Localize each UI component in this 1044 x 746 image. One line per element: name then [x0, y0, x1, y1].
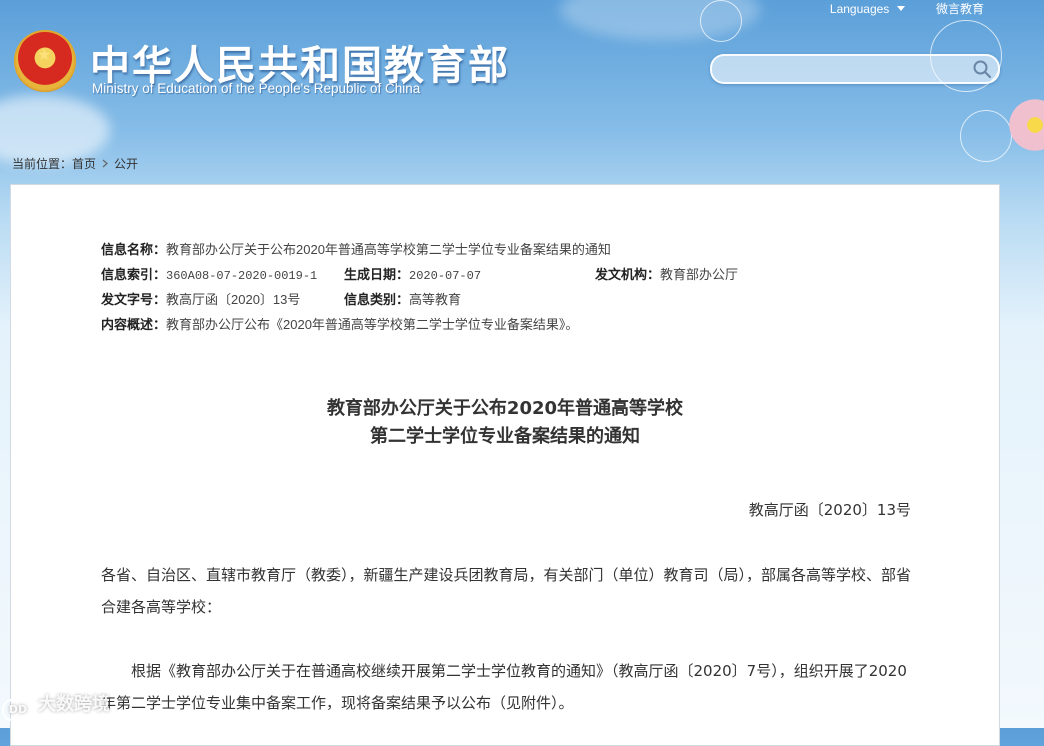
meta-name-label: 信息名称：: [101, 242, 167, 257]
meta-summary-value: 教育部办公厅公布《2020年普通高等学校第二学士学位专业备案结果》。: [166, 317, 579, 332]
languages-menu[interactable]: Languages: [830, 2, 908, 16]
meta-name-value: 教育部办公厅关于公布2020年普通高等学校第二学士学位专业备案结果的通知: [166, 242, 611, 257]
national-emblem-icon: ★: [14, 30, 76, 92]
meta-category-label: 信息类别：: [344, 292, 410, 307]
search-box: [710, 54, 1000, 84]
watermark: DD 大数跨境: [2, 690, 110, 721]
document-number: 教高厅函〔2020〕13号: [748, 501, 911, 519]
meta-category-value: 高等教育: [409, 292, 462, 307]
meta-summary-label: 内容概述：: [101, 317, 167, 332]
top-links: Languages 微言教育: [802, 0, 984, 17]
meta-date-label: 生成日期：: [344, 267, 410, 282]
info-meta-table: 信息名称：教育部办公厅关于公布2020年普通高等学校第二学士学位专业备案结果的通…: [101, 237, 801, 337]
search-input[interactable]: [724, 59, 968, 81]
site-subtitle: Ministry of Education of the People's Re…: [92, 81, 421, 96]
watermark-text: 大数跨境: [38, 694, 110, 715]
site-header: ★ 中华人民共和国教育部 Ministry of Education of th…: [0, 0, 1044, 150]
meta-org-value: 教育部办公厅: [660, 267, 739, 282]
document-paragraph-recipients: 各省、自治区、直辖市教育厅（教委），新疆生产建设兵团教育局，有关部门（单位）教育…: [101, 566, 912, 616]
languages-label: Languages: [829, 2, 890, 16]
document-title-line-2: 第二学士学位专业备案结果的通知: [370, 426, 640, 447]
search-icon[interactable]: [972, 59, 992, 79]
breadcrumb-public-link[interactable]: 公开: [114, 157, 138, 171]
meta-docno-label: 发文字号：: [101, 292, 167, 307]
document-title: 教育部办公厅关于公布2020年普通高等学校 第二学士学位专业备案结果的通知: [11, 395, 999, 451]
watermark-logo: DD: [2, 699, 34, 721]
breadcrumb-home-link[interactable]: 首页: [72, 157, 96, 171]
chevron-down-icon: [896, 6, 905, 11]
meta-row-docno: 发文字号：教高厅函〔2020〕13号 信息类别：高等教育: [101, 287, 801, 312]
weibo-link[interactable]: 微言教育: [936, 2, 984, 16]
article-panel: 信息名称：教育部办公厅关于公布2020年普通高等学校第二学士学位专业备案结果的通…: [10, 184, 1000, 746]
meta-date-value: 2020-07-07: [409, 269, 482, 283]
document-title-line-1: 教育部办公厅关于公布2020年普通高等学校: [326, 398, 684, 419]
meta-row-name: 信息名称：教育部办公厅关于公布2020年普通高等学校第二学士学位专业备案结果的通…: [101, 237, 801, 262]
chevron-right-icon: [102, 159, 108, 168]
meta-index-label: 信息索引：: [101, 267, 167, 282]
meta-index-value: 360A08-07-2020-0019-1: [166, 269, 318, 283]
meta-docno-value: 教高厅函〔2020〕13号: [166, 292, 301, 307]
breadcrumb: 当前位置：首页 公开: [12, 155, 138, 172]
meta-row-summary: 内容概述：教育部办公厅公布《2020年普通高等学校第二学士学位专业备案结果》。: [101, 312, 801, 337]
meta-row-index: 信息索引：360A08-07-2020-0019-1 生成日期：2020-07-…: [101, 262, 801, 287]
meta-org-label: 发文机构：: [595, 267, 661, 282]
document-paragraph-body: 根据《教育部办公厅关于在普通高校继续开展第二学士学位教育的通知》（教高厅函〔20…: [101, 662, 907, 712]
breadcrumb-prefix: 当前位置：: [12, 157, 73, 171]
